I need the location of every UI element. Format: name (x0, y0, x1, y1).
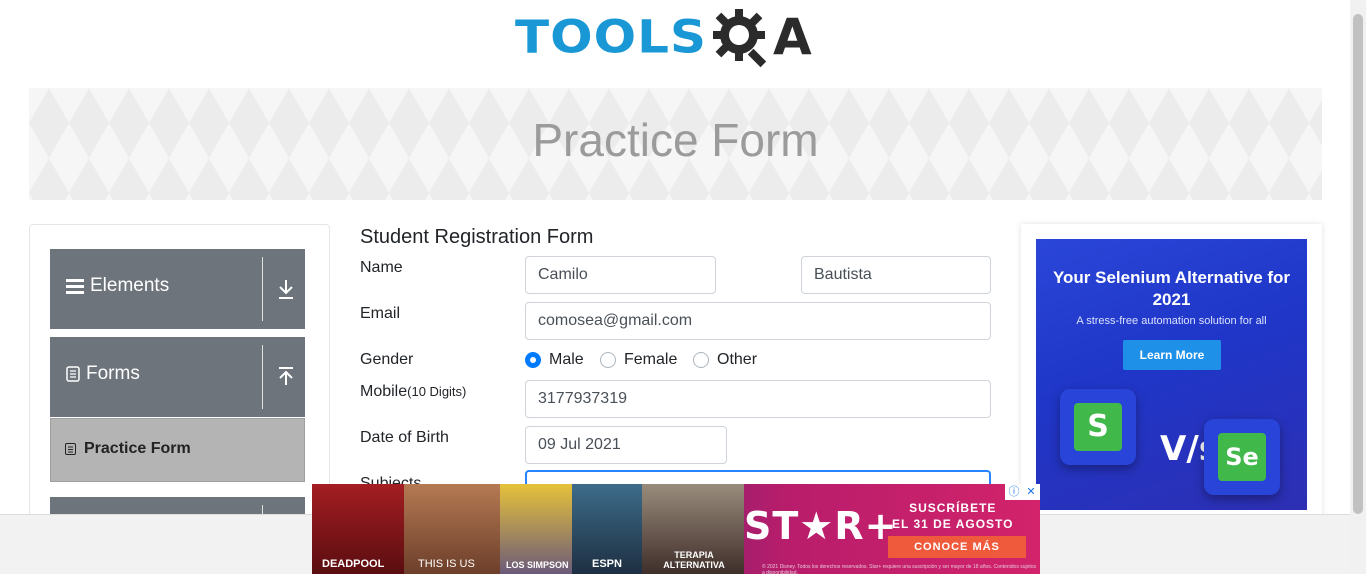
ad-selenium-alternative[interactable]: Your Selenium Alternative for 2021 A str… (1021, 224, 1322, 524)
divider (262, 345, 263, 409)
subscribe-line-2: EL 31 DE AGOSTO (892, 517, 1014, 531)
mobile-hint: (10 Digits) (407, 384, 467, 399)
sidebar-item-practice-form[interactable]: Practice Form (50, 418, 305, 482)
gender-radio-other[interactable]: Other (693, 351, 757, 369)
toolsqa-logo[interactable]: TOOLS A (515, 5, 812, 69)
last-name-input[interactable]: Bautista (801, 256, 991, 294)
date-of-birth-input[interactable]: 09 Jul 2021 (525, 426, 727, 464)
hamburger-icon (66, 279, 84, 294)
student-registration-form: Student Registration Form Name Camilo Ba… (360, 224, 1000, 524)
selenium-tile: Se (1204, 419, 1280, 495)
ad-headline: Your Selenium Alternative for 2021 (1052, 268, 1291, 309)
form-title: Student Registration Form (360, 226, 594, 248)
learn-more-button[interactable]: Learn More (1123, 340, 1221, 370)
sidebar-menu: Elements Forms Practice Form (29, 224, 330, 524)
page-title: Practice Form (532, 114, 819, 166)
testsigma-tile: S (1060, 389, 1136, 465)
ad-panel-this-is-us: THIS IS US (404, 484, 500, 574)
page-scrollbar[interactable] (1350, 0, 1366, 574)
subscribe-line-1: SUSCRÍBETE (909, 501, 997, 515)
name-label: Name (360, 259, 403, 276)
ad-subline: A stress-free automation solution for al… (1076, 315, 1267, 327)
star-plus-logo: ST★R+ (744, 504, 898, 548)
ad-controls: ⓘ ✕ (1005, 484, 1040, 500)
ad-panel-simpsons: LOS SIMPSON (500, 484, 572, 574)
ad-caption: TERAPIA ALTERNATIVA (663, 550, 725, 570)
download-arrow-icon[interactable] (276, 277, 296, 301)
gender-radio-male[interactable]: Male (525, 351, 584, 369)
site-header: TOOLS A (0, 0, 1350, 88)
gender-label: Gender (360, 351, 414, 368)
logo-qa-text: A (773, 8, 812, 66)
dob-label: Date of Birth (360, 429, 449, 446)
ad-panel-terapia: TERAPIA ALTERNATIVA (642, 484, 744, 574)
gender-radio-female[interactable]: Female (600, 351, 677, 369)
sidebar-group-title: Elements (66, 275, 169, 297)
mobile-label-text: Mobile (360, 383, 408, 400)
divider (262, 257, 263, 321)
sidebar-group-title: Forms (66, 363, 140, 385)
mobile-label: Mobile(10 Digits) (360, 383, 466, 401)
radio-label: Male (549, 351, 584, 368)
radio-button[interactable] (693, 352, 709, 368)
sidebar-group-elements[interactable]: Elements (50, 249, 305, 329)
list-icon (65, 443, 76, 455)
sidebar-group-label: Forms (86, 363, 140, 384)
mobile-input[interactable]: 3177937319 (525, 380, 991, 418)
scrollbar-thumb[interactable] (1353, 14, 1363, 514)
first-name-input[interactable]: Camilo (525, 256, 716, 294)
conoce-mas-button[interactable]: CONOCE MÁS (888, 536, 1026, 558)
gear-magnifier-icon (713, 9, 767, 68)
ad-info-icon[interactable]: ⓘ (1005, 484, 1022, 500)
ad-caption: THIS IS US (418, 558, 475, 570)
ad-star-plus-banner[interactable]: DEADPOOL THIS IS US LOS SIMPSON ESPN TER… (312, 484, 1040, 574)
ad-subscribe-text: SUSCRÍBETE EL 31 DE AGOSTO (892, 500, 1013, 532)
ad-panel-espn: ESPN (572, 484, 642, 574)
selenium-logo: Se (1218, 433, 1266, 481)
radio-button[interactable] (600, 352, 616, 368)
email-input[interactable]: comosea@gmail.com (525, 302, 991, 340)
ad-caption: ESPN (592, 558, 622, 570)
page-banner: Practice Form (29, 88, 1322, 200)
sidebar-group-forms[interactable]: Forms (50, 337, 305, 417)
ad-caption: LOS SIMPSON (506, 560, 569, 570)
ad-fine-print: © 2021 Disney. Todos los derechos reserv… (762, 564, 1037, 574)
testsigma-logo: S (1074, 403, 1122, 451)
ad-caption: DEADPOOL (322, 558, 385, 570)
ad-creative: Your Selenium Alternative for 2021 A str… (1036, 239, 1307, 510)
document-icon (66, 366, 80, 382)
email-label: Email (360, 305, 401, 322)
sidebar-item-label: Practice Form (84, 440, 191, 457)
logo-tools-text: TOOLS (515, 10, 707, 64)
radio-button-checked[interactable] (525, 352, 541, 368)
radio-label: Other (717, 351, 758, 368)
radio-label: Female (624, 351, 678, 368)
upload-arrow-icon[interactable] (276, 365, 296, 389)
ad-panel-deadpool: DEADPOOL (312, 484, 404, 574)
sidebar-group-label: Elements (90, 275, 170, 296)
ad-close-icon[interactable]: ✕ (1022, 484, 1039, 500)
